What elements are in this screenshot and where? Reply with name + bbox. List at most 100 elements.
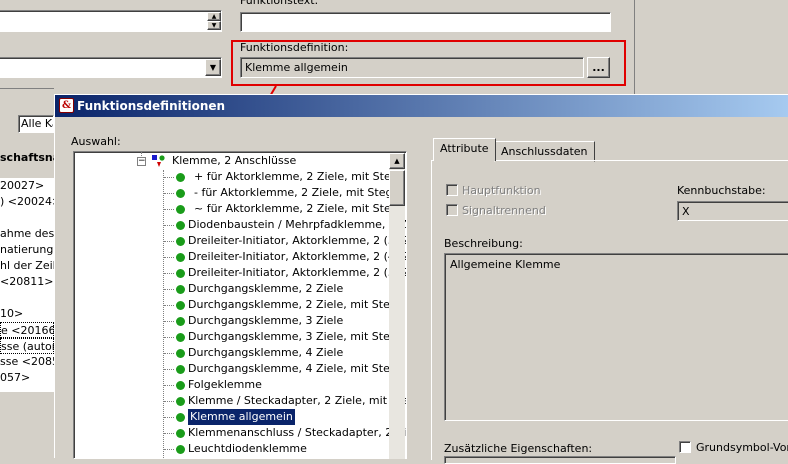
tree-connector	[164, 305, 174, 306]
green-dot-icon	[176, 205, 185, 214]
beschreibung-label: Beschreibung:	[444, 237, 523, 250]
green-dot-icon	[176, 189, 185, 198]
alle-ka-value: Alle Ka	[21, 117, 53, 130]
tree-item-label: Diodenbaustein / Mehrpfadklemme, 2 Ziel	[188, 218, 407, 231]
signaltrennend-checkbox[interactable]	[446, 204, 458, 216]
tree-item-label: Klemmenanschluss / Steckadapter, 2 Ziel	[188, 426, 407, 439]
tree-item[interactable]: Durchgangsklemme, 4 Ziele, mit Steg	[74, 361, 397, 377]
tree-connector	[164, 225, 174, 226]
tree-connector	[164, 193, 174, 194]
hauptfunktion-checkbox[interactable]	[446, 184, 458, 196]
tree-root[interactable]: − Klemme, 2 Anschlüsse	[74, 153, 390, 169]
green-dot-icon	[176, 269, 185, 278]
tree-item[interactable]: Leuchtdiodenklemme	[74, 441, 390, 457]
zusaetzliche-field[interactable]	[444, 456, 676, 464]
tree-item[interactable]: Durchgangsklemme, 4 Ziele	[74, 345, 390, 361]
alle-ka-field[interactable]: Alle Ka	[18, 115, 54, 133]
tree-scrollbar[interactable]: ▲	[389, 153, 405, 459]
tree-item-label: Durchgangsklemme, 4 Ziele	[188, 346, 344, 359]
grundsymbol-checkbox[interactable]	[679, 441, 691, 453]
tree-item[interactable]: Klemme / Steckadapter, 2 Ziele, mit Steg	[74, 393, 406, 409]
tree-item[interactable]: Diodenbaustein / Mehrpfadklemme, 2 Ziel	[74, 217, 406, 233]
dialog-title: Funktionsdefinitionen	[77, 99, 226, 113]
scroll-up-button[interactable]: ▲	[389, 153, 405, 169]
green-dot-icon	[176, 413, 185, 422]
tree-item[interactable]: Durchgangsklemme, 2 Ziele	[74, 281, 390, 297]
tree-item[interactable]: + für Aktorklemme, 2 Ziele, mit Steg	[74, 169, 398, 185]
tree-item-label: Dreileiter-Initiator, Aktorklemme, 2 (5)…	[188, 266, 407, 279]
tab-attribute[interactable]: Attribute	[433, 138, 496, 161]
tree-item-label: + für Aktorklemme, 2 Ziele, mit Steg	[194, 170, 398, 183]
bg-bottom-line	[0, 88, 54, 89]
left-combobox[interactable]	[0, 57, 222, 78]
tree-item-label: Klemme allgemein	[188, 409, 295, 425]
green-dot-icon	[176, 253, 185, 262]
tree-item[interactable]: Dreileiter-Initiator, Aktorklemme, 2 (3)…	[74, 233, 406, 249]
top-left-textfield[interactable]	[0, 10, 222, 32]
kennbuchstabe-field: X	[677, 201, 788, 221]
tree-item[interactable]: ~ für Aktorklemme, 2 Ziele, mit Steg	[74, 201, 398, 217]
funktionstext-input[interactable]	[240, 12, 611, 32]
tree-connector	[164, 385, 174, 386]
green-dot-icon	[176, 381, 185, 390]
tree-connector	[164, 417, 174, 418]
list-item	[0, 210, 54, 226]
tree-connector	[164, 177, 174, 178]
funktionstext-label: Funktionstext:	[240, 0, 319, 7]
tree-connector	[164, 449, 174, 450]
tree-item[interactable]: Durchgangsklemme, 2 Ziele, mit Steg	[74, 297, 397, 313]
collapse-icon[interactable]: −	[137, 157, 146, 166]
tree-item[interactable]: Klemme allgemein	[74, 409, 390, 425]
list-item: 057>	[0, 371, 31, 384]
tree-item-label: Folgeklemme	[188, 378, 262, 391]
tree-item-label: Dreileiter-Initiator, Aktorklemme, 2 (4)…	[188, 250, 407, 263]
kennbuchstabe-value: X	[682, 205, 690, 218]
green-dot-icon	[176, 445, 185, 454]
function-tree[interactable]: − Klemme, 2 Anschlüsse + für Aktorklemme…	[73, 151, 407, 459]
spin-up-button[interactable]: ▲	[207, 12, 221, 21]
list-item: natierung <	[0, 243, 54, 256]
symbol-group-icon	[152, 155, 166, 168]
green-dot-icon	[176, 397, 185, 406]
tree-item[interactable]: Folgeklemme	[74, 377, 390, 393]
list-item: sse (automa	[0, 338, 54, 354]
highlight-frame	[231, 40, 626, 86]
scroll-thumb[interactable]	[389, 170, 405, 206]
tree-item-label: Dreileiter-Initiator, Aktorklemme, 2 (3)…	[188, 234, 407, 247]
tree-item[interactable]: - für Aktorklemme, 2 Ziele, mit Steg	[74, 185, 393, 201]
tree-item[interactable]: Durchgangsklemme, 3 Ziele	[74, 313, 390, 329]
tree-item-label: Leuchtdiodenklemme	[188, 442, 307, 455]
background-window: ▲ ▼ Funktionstext: ▼ Funktionsdefinition…	[0, 0, 788, 94]
green-dot-icon	[176, 285, 185, 294]
beschreibung-value: Allgemeine Klemme	[450, 258, 561, 271]
tree-item-label: Klemme / Steckadapter, 2 Ziele, mit Steg	[188, 394, 407, 407]
list-item	[0, 290, 54, 306]
green-dot-icon	[176, 237, 185, 246]
tree-connector	[164, 241, 174, 242]
tree-connector	[164, 337, 174, 338]
beschreibung-field[interactable]: Allgemeine Klemme	[444, 253, 788, 421]
tree-connector	[164, 289, 174, 290]
green-dot-icon	[176, 365, 185, 374]
signaltrennend-label: Signaltrennend	[462, 204, 546, 217]
tree-item-label: Durchgangsklemme, 3 Ziele	[188, 314, 344, 327]
tab-anschlussdaten[interactable]: Anschlussdaten	[494, 141, 595, 162]
tree-item-label: ~ für Aktorklemme, 2 Ziele, mit Steg	[194, 202, 398, 215]
tree-item[interactable]: Dreileiter-Initiator, Aktorklemme, 2 (4)…	[74, 249, 406, 265]
tree-connector	[164, 401, 174, 402]
right-separator	[634, 0, 652, 94]
list-item: 20027>	[0, 179, 45, 192]
dialog-titlebar[interactable]: Funktionsdefinitionen	[55, 95, 788, 117]
tree-root-label: Klemme, 2 Anschlüsse	[172, 154, 297, 167]
tree-connector	[164, 353, 174, 354]
tree-item[interactable]: Dreileiter-Initiator, Aktorklemme, 2 (5)…	[74, 265, 406, 281]
tree-item-label: - für Aktorklemme, 2 Ziele, mit Steg	[194, 186, 393, 199]
tree-item-label: Durchgangsklemme, 2 Ziele, mit Steg	[188, 298, 397, 311]
green-dot-icon	[176, 221, 185, 230]
list-item: ) <20024>	[0, 195, 54, 208]
tree-item[interactable]: Durchgangsklemme, 3 Ziele, mit Steg	[74, 329, 397, 345]
tree-connector	[164, 321, 174, 322]
tree-item[interactable]: Klemmenanschluss / Steckadapter, 2 Ziel	[74, 425, 406, 441]
spin-down-button[interactable]: ▼	[207, 21, 221, 30]
left-combobox-dropdown-button[interactable]: ▼	[205, 59, 221, 76]
